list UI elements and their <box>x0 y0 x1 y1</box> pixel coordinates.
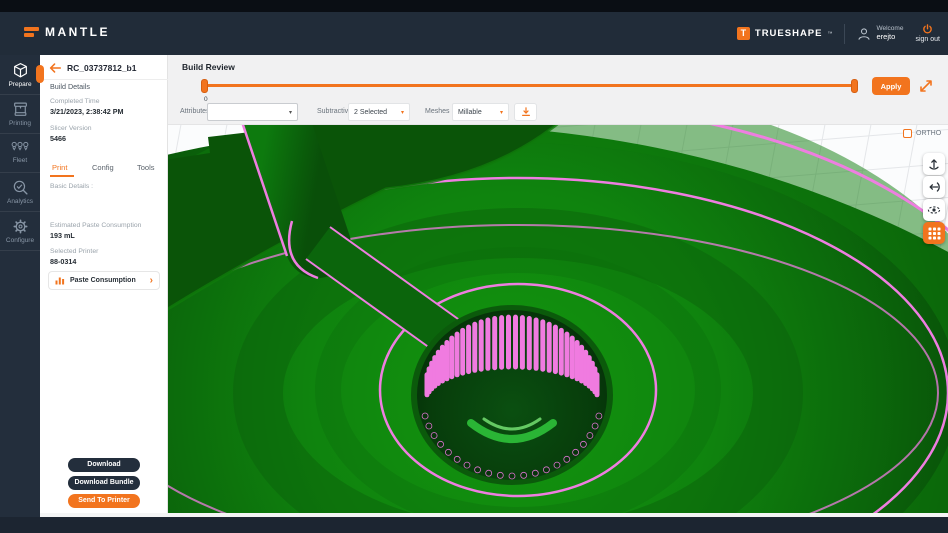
slicer-version-value: 5466 <box>50 134 66 143</box>
rotate-vertical-button[interactable] <box>923 153 945 175</box>
fleet-icon <box>11 140 29 155</box>
paste-row-label: Paste Consumption <box>70 277 145 284</box>
build-details-label: Build Details <box>50 82 90 91</box>
download-icon <box>520 106 532 118</box>
sidebar-item-printing[interactable]: Printing <box>0 96 40 134</box>
subtractive-dropdown[interactable]: 2 Selected ▾ <box>348 103 410 121</box>
mantle-logo: MANTLE <box>24 25 110 39</box>
rotate-horizontal-button[interactable] <box>923 176 945 198</box>
ortho-label: ORTHO <box>916 130 941 137</box>
sign-out-button[interactable]: sign out <box>915 24 940 43</box>
tab-config[interactable]: Config <box>92 163 114 172</box>
bore-cavity <box>417 310 607 480</box>
bottom-bar <box>0 517 948 533</box>
orbit-view-button[interactable] <box>923 199 945 221</box>
chevron-right-icon: › <box>150 276 153 286</box>
trueshape-logo: T TRUESHAPE ™ <box>737 27 833 40</box>
brand-name: MANTLE <box>45 25 110 39</box>
completed-time-label: Completed Time <box>50 98 100 105</box>
sidebar-separator <box>0 211 40 212</box>
subtractive-label: Subtractive <box>317 103 352 121</box>
build-review-title: Build Review <box>182 62 235 72</box>
nav-sidebar: Prepare Printing Fleet <box>0 55 40 517</box>
slicer-version-label: Slicer Version <box>50 125 92 132</box>
sidebar-item-fleet[interactable]: Fleet <box>0 135 40 173</box>
build-details-panel: RC_03737812_b1 Build Details Completed T… <box>40 55 168 513</box>
product-name: TRUESHAPE <box>755 28 823 39</box>
layer-slider-track[interactable] <box>205 84 858 87</box>
active-tab-underline <box>50 175 74 177</box>
user-info: Welcome erejto <box>857 25 903 41</box>
chevron-down-icon: ▾ <box>289 109 292 116</box>
tab-tools[interactable]: Tools <box>137 163 155 172</box>
sidebar-separator <box>0 250 40 251</box>
paste-consumption-row[interactable]: Paste Consumption › <box>48 271 160 290</box>
attributes-dropdown[interactable]: ▾ <box>207 103 298 121</box>
rotate-vertical-icon <box>927 157 941 171</box>
chevron-down-icon: ▾ <box>401 109 404 116</box>
grid-icon <box>928 227 941 240</box>
app-window: MANTLE T TRUESHAPE ™ Welcome erejto <box>0 0 948 533</box>
slider-handle-right[interactable] <box>851 79 858 93</box>
sidebar-separator <box>0 94 40 95</box>
orbit-icon <box>927 203 941 217</box>
grid-view-button[interactable] <box>923 222 945 244</box>
selected-printer-label: Selected Printer <box>50 248 98 255</box>
power-icon <box>922 24 933 35</box>
analytics-icon <box>12 179 29 196</box>
panel-header: RC_03737812_b1 <box>40 55 168 80</box>
gear-icon <box>12 218 29 235</box>
cube-icon <box>12 62 29 79</box>
slider-min-value: 0 <box>204 96 208 103</box>
rotate-horizontal-icon <box>927 180 941 194</box>
selected-printer-value: 88-0314 <box>50 257 76 266</box>
trueshape-logo-icon: T <box>737 27 750 40</box>
sidebar-separator <box>0 133 40 134</box>
sidebar-separator <box>0 172 40 173</box>
slider-handle-left[interactable] <box>201 79 208 93</box>
build-title: RC_03737812_b1 <box>67 63 136 73</box>
paste-consumption-value: 193 mL <box>50 231 75 240</box>
ortho-checkbox[interactable] <box>903 129 912 138</box>
bar-chart-icon <box>55 276 65 285</box>
build-review-toolbar: Build Review 0 Apply Attributes ▾ Subtra… <box>168 55 948 125</box>
back-arrow-icon[interactable] <box>48 61 62 75</box>
meshes-label: Meshes <box>425 103 450 121</box>
download-bundle-button[interactable]: Download Bundle <box>68 476 140 490</box>
sidebar-item-configure[interactable]: Configure <box>0 213 40 251</box>
completed-time-value: 3/21/2023, 2:38:42 PM <box>50 107 124 116</box>
ortho-toggle: ORTHO <box>903 129 941 138</box>
paste-consumption-label: Estimated Paste Consumption <box>50 222 141 229</box>
user-icon <box>857 27 871 41</box>
download-button[interactable]: Download <box>68 458 140 472</box>
expand-icon[interactable] <box>918 78 934 94</box>
username: erejto <box>876 33 903 42</box>
sidebar-item-prepare[interactable]: Prepare <box>0 57 40 95</box>
mantle-logo-icon <box>24 27 39 37</box>
basic-details-label: Basic Details : <box>50 183 93 190</box>
header-divider <box>844 24 845 44</box>
attributes-label: Attributes <box>180 103 210 121</box>
chevron-down-icon: ▾ <box>500 109 503 116</box>
sidebar-item-analytics[interactable]: Analytics <box>0 174 40 212</box>
model-viewport: ORTHO <box>168 125 948 513</box>
printer-icon <box>12 101 29 118</box>
top-bar: MANTLE T TRUESHAPE ™ Welcome erejto <box>0 12 948 55</box>
download-view-button[interactable] <box>514 103 537 121</box>
tab-print[interactable]: Print <box>52 163 67 172</box>
trademark-symbol: ™ <box>827 31 832 37</box>
sign-out-label: sign out <box>915 36 940 43</box>
active-nav-indicator <box>36 65 44 83</box>
apply-button[interactable]: Apply <box>872 77 910 95</box>
send-to-printer-button[interactable]: Send To Printer <box>68 494 140 508</box>
meshes-dropdown[interactable]: Millable ▾ <box>452 103 509 121</box>
3d-model-canvas[interactable] <box>168 125 948 513</box>
